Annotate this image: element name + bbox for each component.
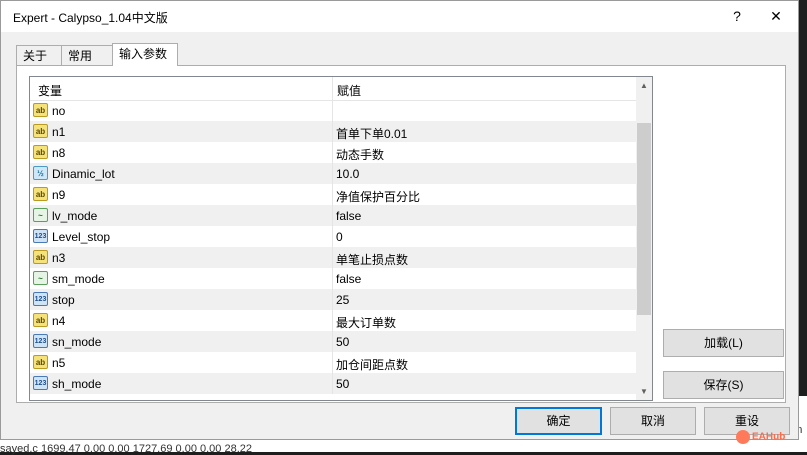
param-type-ab-icon: ab [33, 145, 48, 159]
parameters-grid: 变量 赋值 ab no ab n1 首单下单0.01 ab n8 动态手数 ½ Dinamic_l… [29, 76, 653, 401]
param-row[interactable]: ab n8 动态手数 [30, 142, 637, 163]
param-type-num-icon: 123 [33, 292, 48, 306]
param-row[interactable]: ab no [30, 100, 637, 121]
grid-scrollbar[interactable]: ▲ ▼ [636, 77, 652, 400]
save-button[interactable]: 保存(S) [663, 371, 784, 399]
param-type-bool-icon: ~ [33, 208, 48, 222]
param-value[interactable]: 0 [336, 230, 343, 244]
param-row[interactable]: ab n3 单笔止损点数 [30, 247, 637, 268]
tab-common[interactable]: 常用 [61, 45, 113, 65]
tab-about[interactable]: 关于 [16, 45, 62, 65]
param-name: sm_mode [52, 272, 105, 286]
param-row[interactable]: ab n4 最大订单数 [30, 310, 637, 331]
scroll-thumb[interactable] [637, 123, 651, 315]
param-row[interactable]: 123 stop 25 [30, 289, 637, 310]
param-name: sh_mode [52, 377, 102, 391]
param-row[interactable]: 123 sn_mode 50 [30, 331, 637, 352]
load-button[interactable]: 加载(L) [663, 329, 784, 357]
param-value[interactable]: 动态手数 [336, 146, 384, 163]
expert-dialog: Expert - Calypso_1.04中文版 ? ✕ 关于 常用 输入参数 … [0, 0, 799, 440]
param-type-ab-icon: ab [33, 103, 48, 117]
close-button[interactable]: ✕ [753, 1, 799, 32]
param-value[interactable]: 单笔止损点数 [336, 251, 408, 268]
param-name: n5 [52, 356, 66, 370]
param-name: stop [52, 293, 75, 307]
header-value[interactable]: 赋值 [337, 82, 361, 99]
param-row[interactable]: ~ sm_mode false [30, 268, 637, 289]
watermark-logo: EAHub [736, 430, 800, 446]
param-type-half-icon: ½ [33, 166, 48, 180]
param-type-ab-icon: ab [33, 250, 48, 264]
param-name: lv_mode [52, 209, 98, 223]
param-row[interactable]: ab n5 加仓间距点数 [30, 352, 637, 373]
background-text-row2: sayed.c 1699.47 0.00 0.00 1727.69 0.00 0… [0, 443, 252, 455]
param-value[interactable]: 加仓间距点数 [336, 356, 408, 373]
param-value[interactable]: 50 [336, 377, 349, 391]
param-type-bool-icon: ~ [33, 271, 48, 285]
scroll-up-icon[interactable]: ▲ [636, 77, 652, 94]
scroll-down-icon[interactable]: ▼ [636, 383, 652, 400]
param-type-ab-icon: ab [33, 355, 48, 369]
param-name: Dinamic_lot [52, 167, 115, 181]
param-name: Level_stop [52, 230, 111, 244]
param-type-ab-icon: ab [33, 124, 48, 138]
param-row[interactable]: ~ lv_mode false [30, 205, 637, 226]
param-name: n4 [52, 314, 66, 328]
param-row[interactable]: 123 Level_stop 0 [30, 226, 637, 247]
param-name: no [52, 104, 66, 118]
param-name: n1 [52, 125, 66, 139]
param-value[interactable]: 10.0 [336, 167, 359, 181]
param-name: n8 [52, 146, 66, 160]
param-value[interactable]: 25 [336, 293, 349, 307]
param-value[interactable]: false [336, 272, 361, 286]
param-type-ab-icon: ab [33, 313, 48, 327]
param-row[interactable]: ab n9 净值保护百分比 [30, 184, 637, 205]
param-row[interactable]: ½ Dinamic_lot 10.0 [30, 163, 637, 184]
header-variable[interactable]: 变量 [38, 82, 62, 99]
param-value[interactable]: 50 [336, 335, 349, 349]
window-title: Expert - Calypso_1.04中文版 [13, 11, 168, 25]
tab-inputs[interactable]: 输入参数 [112, 43, 178, 66]
param-row[interactable]: 123 sh_mode 50 [30, 373, 637, 394]
cancel-button[interactable]: 取消 [610, 407, 696, 435]
param-value[interactable]: false [336, 209, 361, 223]
param-name: n3 [52, 251, 66, 265]
param-row[interactable]: ab n1 首单下单0.01 [30, 121, 637, 142]
grid-header: 变量 赋值 [30, 77, 652, 101]
param-name: sn_mode [52, 335, 102, 349]
param-name: n9 [52, 188, 66, 202]
ok-button[interactable]: 确定 [515, 407, 602, 435]
param-type-num-icon: 123 [33, 229, 48, 243]
param-type-num-icon: 123 [33, 334, 48, 348]
title-bar: Expert - Calypso_1.04中文版 ? ✕ [1, 1, 798, 32]
param-type-ab-icon: ab [33, 187, 48, 201]
param-value[interactable]: 首单下单0.01 [336, 125, 407, 142]
param-type-num-icon: 123 [33, 376, 48, 390]
param-value[interactable]: 最大订单数 [336, 314, 396, 331]
inputs-panel: 变量 赋值 ab no ab n1 首单下单0.01 ab n8 动态手数 ½ Dinamic_l… [16, 65, 786, 403]
param-value[interactable]: 净值保护百分比 [336, 188, 420, 205]
